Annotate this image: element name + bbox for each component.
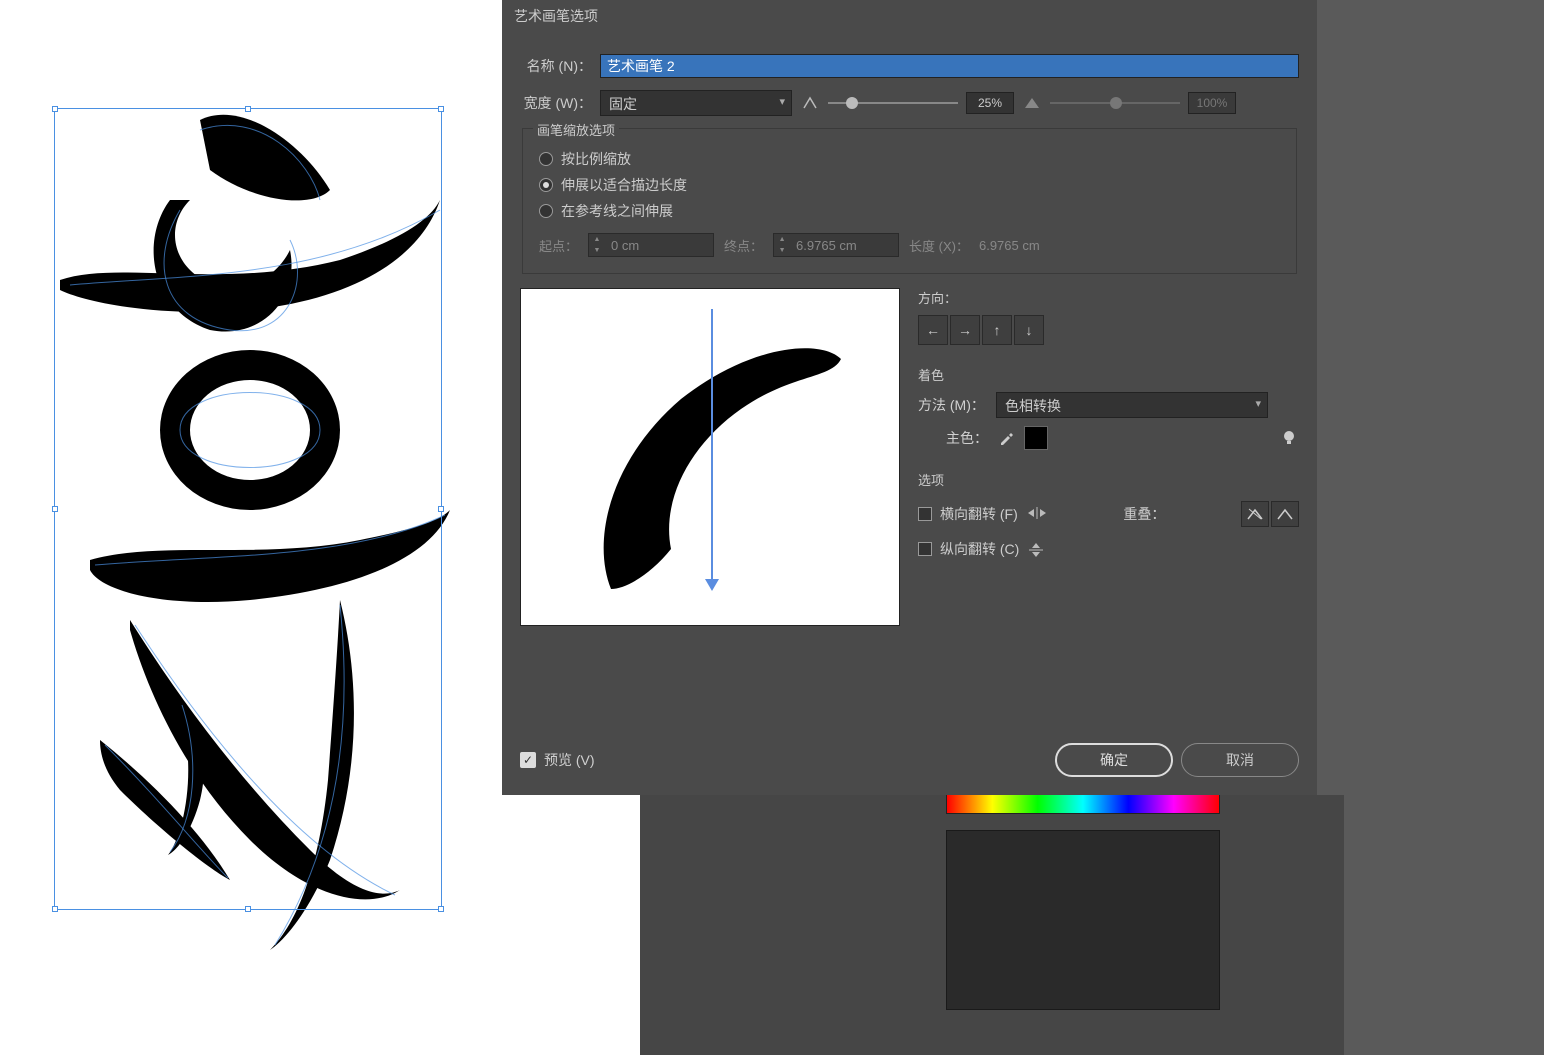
- direction-left-button[interactable]: ←: [918, 315, 948, 345]
- flip-horizontal-label: 横向翻转 (F): [940, 504, 1018, 524]
- overlap-none-button[interactable]: [1241, 501, 1269, 527]
- colorize-method-select[interactable]: 色相转换: [996, 392, 1268, 418]
- brush-scale-options-group: 画笔缩放选项 按比例缩放 伸展以适合描边长度 在参考线之间伸展 起点： ▲▼ 终…: [522, 128, 1297, 274]
- overlap-adjust-button[interactable]: [1271, 501, 1299, 527]
- panel-placeholder: [946, 830, 1220, 1010]
- length-value: 6.9765 cm: [979, 238, 1040, 253]
- scale-proportional-radio[interactable]: 按比例缩放: [539, 149, 1280, 169]
- width-mode-select[interactable]: 固定: [600, 90, 792, 116]
- ok-button[interactable]: 确定: [1055, 743, 1173, 777]
- method-label: 方法 (M)：: [918, 395, 988, 415]
- scale-stretch-radio[interactable]: 伸展以适合描边长度: [539, 175, 1280, 195]
- start-input: ▲▼: [588, 233, 714, 257]
- pressure-max-icon: [1022, 93, 1042, 113]
- direction-right-button[interactable]: →: [950, 315, 980, 345]
- direction-up-button[interactable]: ↑: [982, 315, 1012, 345]
- flip-vertical-label: 纵向翻转 (C): [940, 539, 1019, 559]
- start-label: 起点：: [539, 236, 578, 255]
- flip-vertical-icon: [1027, 541, 1049, 557]
- scale-between-guides-radio[interactable]: 在参考线之间伸展: [539, 201, 1280, 221]
- end-input: ▲▼: [773, 233, 899, 257]
- preview-checkbox[interactable]: ✓: [520, 752, 536, 768]
- direction-arrow-icon: [711, 309, 713, 589]
- direction-down-button[interactable]: ↓: [1014, 315, 1044, 345]
- brush-preview: [520, 288, 900, 626]
- direction-heading: 方向：: [918, 288, 1299, 307]
- flip-horizontal-icon: [1026, 506, 1048, 522]
- colorize-heading: 着色: [918, 365, 1299, 384]
- width-label: 宽度 (W)：: [520, 93, 592, 113]
- eyedropper-icon[interactable]: [996, 428, 1016, 448]
- name-input[interactable]: [600, 54, 1299, 78]
- tips-bulb-icon[interactable]: [1281, 429, 1299, 447]
- art-brush-options-dialog: 艺术画笔选项 名称 (N)： 宽度 (W)： 固定 25% 100%: [502, 0, 1317, 795]
- options-heading: 选项: [918, 470, 1299, 489]
- dialog-title: 艺术画笔选项: [502, 0, 1317, 32]
- width-slider-2: [1050, 102, 1180, 104]
- preview-label: 预览 (V): [544, 750, 595, 770]
- keycolor-swatch[interactable]: [1024, 426, 1048, 450]
- width-slider-1[interactable]: [828, 102, 958, 104]
- scale-group-title: 画笔缩放选项: [533, 120, 619, 139]
- pressure-min-icon: [800, 93, 820, 113]
- cancel-button[interactable]: 取消: [1181, 743, 1299, 777]
- flip-vertical-checkbox[interactable]: [918, 542, 932, 556]
- width-pct-2: 100%: [1188, 92, 1236, 114]
- width-pct-1[interactable]: 25%: [966, 92, 1014, 114]
- end-label: 终点：: [724, 236, 763, 255]
- name-label: 名称 (N)：: [520, 56, 592, 76]
- overlap-label: 重叠：: [1123, 504, 1165, 524]
- keycolor-label: 主色：: [918, 428, 988, 448]
- flip-horizontal-checkbox[interactable]: [918, 507, 932, 521]
- length-label: 长度 (X)：: [909, 236, 969, 255]
